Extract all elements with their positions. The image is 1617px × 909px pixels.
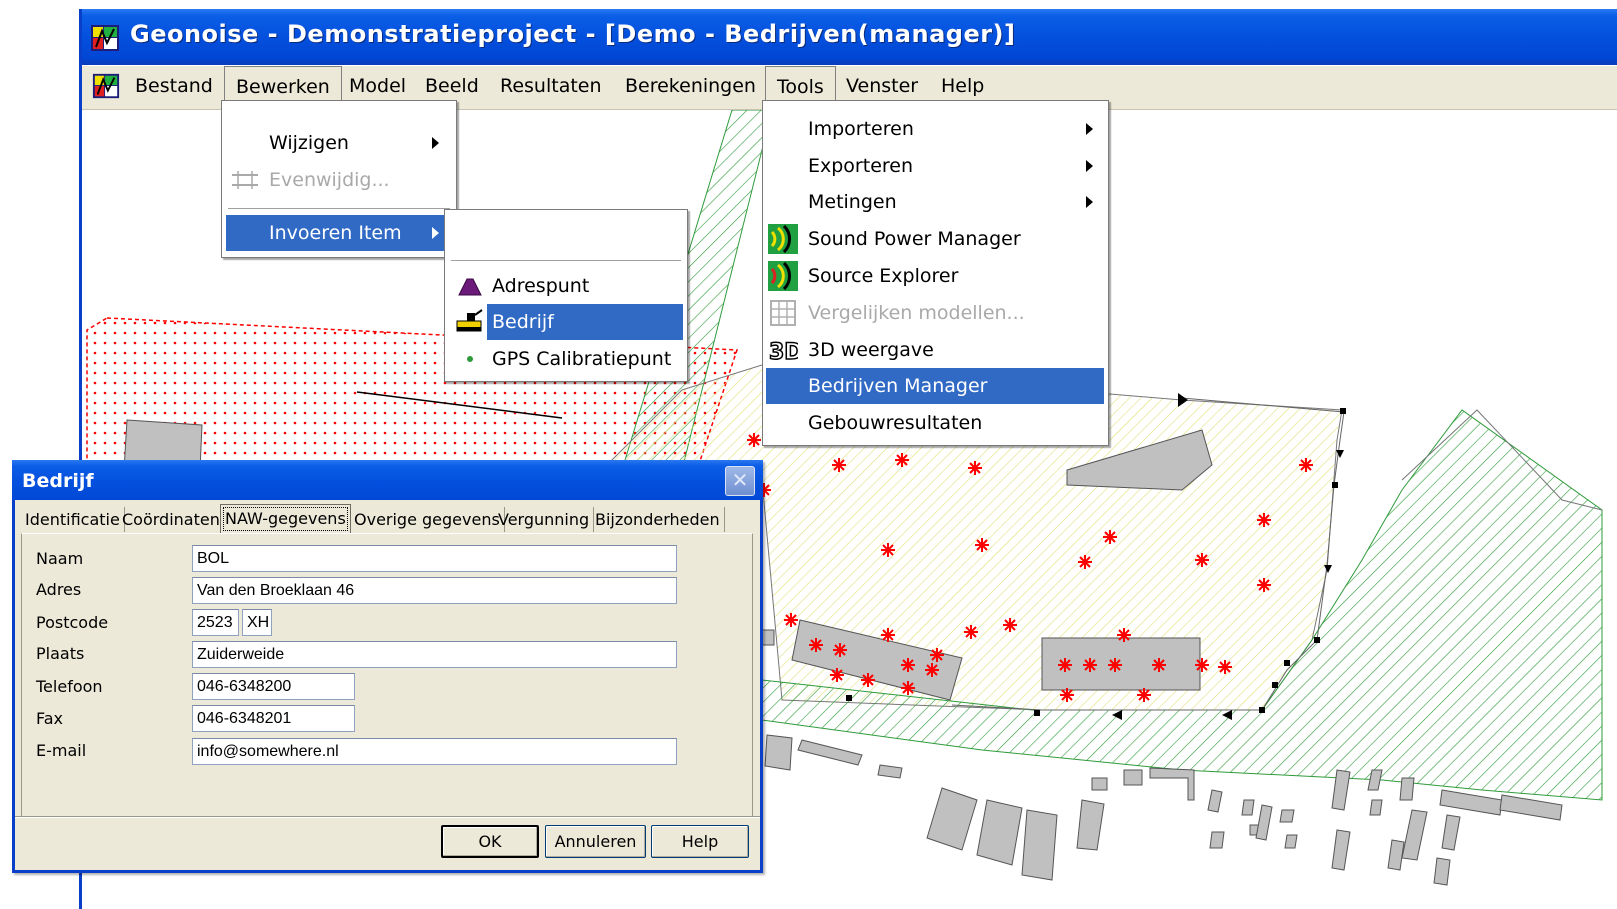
menu-bewerken-dropdown: Wijzigen Evenwijdig... Invoeren Item	[221, 100, 457, 258]
gps-point-icon	[467, 356, 473, 362]
menu-item-adrespunt[interactable]: Adrespunt	[449, 268, 683, 304]
submenu-arrow-icon	[1086, 160, 1093, 172]
menu-separator	[451, 260, 681, 262]
ok-button[interactable]: OK	[441, 825, 539, 858]
naw-panel: Naam BOL Adres Van den Broeklaan 46 Post…	[21, 533, 753, 817]
menu-item-gebouwresultaten[interactable]: Gebouwresultaten	[766, 405, 1104, 441]
menu-item-metingen[interactable]: Metingen	[766, 184, 1104, 220]
plaats-label: Plaats	[36, 644, 85, 663]
menu-item-label: Gebouwresultaten	[808, 412, 983, 434]
fax-field[interactable]: 046-6348201	[192, 705, 355, 732]
postcode-letters-field[interactable]: XH	[242, 609, 272, 636]
sound-power-icon	[768, 224, 798, 254]
menu-item-vergelijken-modellen[interactable]: Vergelijken modellen...	[766, 295, 1104, 331]
menu-item-label: Wijzigen	[269, 132, 349, 154]
menu-item-label: Invoeren Item	[269, 222, 402, 244]
menu-item-label: Bedrijven Manager	[808, 375, 988, 397]
fax-label: Fax	[36, 709, 64, 728]
menu-item-label: 3D weergave	[808, 339, 934, 361]
tab-vergunning[interactable]: Vergunning	[494, 507, 595, 532]
menu-item-source-explorer[interactable]: Source Explorer	[766, 258, 1104, 294]
postcode-number-field[interactable]: 2523	[192, 609, 239, 636]
3d-view-icon: 3D	[768, 339, 798, 365]
telefoon-label: Telefoon	[36, 677, 103, 696]
cancel-button[interactable]: Annuleren	[545, 825, 646, 858]
menu-item-evenwijdig[interactable]: Evenwijdig...	[226, 162, 452, 198]
menu-item-label: Source Explorer	[808, 265, 959, 287]
submenu-arrow-icon	[432, 137, 439, 149]
menu-item-bedrijf[interactable]: Bedrijf	[487, 304, 683, 340]
menu-item-wijzigen[interactable]: Wijzigen	[226, 125, 452, 161]
menu-item-exporteren[interactable]: Exporteren	[766, 148, 1104, 184]
dialog-title: Bedrijf	[22, 470, 94, 492]
menu-item-3d-weergave[interactable]: 3D 3D weergave	[766, 332, 1104, 368]
adres-label: Adres	[36, 580, 82, 599]
dialog-separator	[15, 816, 760, 818]
email-label: E-mail	[36, 741, 87, 760]
tab-naw-gegevens[interactable]: NAW-gegevens	[220, 504, 351, 534]
app-icon	[91, 25, 119, 51]
bedrijf-dialog: Bedrijf ✕ Identificatie Coördinaten NAW-…	[12, 460, 763, 873]
dialog-title-bar[interactable]: Bedrijf ✕	[12, 460, 763, 500]
submenu-arrow-icon	[1086, 196, 1093, 208]
menu-item-label: Adrespunt	[492, 275, 590, 297]
naam-field[interactable]: BOL	[192, 545, 677, 572]
window-title: Geonoise - Demonstratieproject - [Demo -…	[130, 20, 1016, 48]
menu-separator	[228, 208, 450, 210]
menu-item-label: Exporteren	[808, 155, 914, 177]
tab-coordinaten[interactable]: Coördinaten	[118, 507, 225, 532]
source-explorer-icon	[768, 261, 798, 291]
menu-item-label: Metingen	[808, 191, 897, 213]
close-icon[interactable]: ✕	[725, 466, 755, 496]
postcode-label: Postcode	[36, 613, 109, 632]
menu-item-invoeren-item[interactable]: Invoeren Item	[226, 215, 452, 251]
parallel-lines-icon	[232, 171, 258, 189]
title-bar[interactable]: Geonoise - Demonstratieproject - [Demo -…	[82, 9, 1617, 65]
svg-text:3D: 3D	[769, 340, 798, 365]
telefoon-field[interactable]: 046-6348200	[192, 673, 355, 700]
submenu-arrow-icon	[432, 227, 439, 239]
menu-bestand[interactable]: Bestand	[124, 66, 224, 107]
menu-item-gps-calibratiepunt[interactable]: GPS Calibratiepunt	[449, 341, 683, 377]
document-icon[interactable]	[92, 72, 120, 100]
menu-item-label: Sound Power Manager	[808, 228, 1021, 250]
company-icon	[456, 309, 483, 332]
menu-item-label: Evenwijdig...	[269, 169, 390, 191]
address-point-icon	[458, 278, 482, 296]
menu-item-label: Vergelijken modellen...	[808, 302, 1025, 324]
menu-invoeren-item-submenu: Adrespunt Bedrijf GPS Calibratiepunt	[444, 209, 688, 382]
menu-item-label: Importeren	[808, 118, 914, 140]
menu-item-label: GPS Calibratiepunt	[492, 348, 672, 370]
adres-field[interactable]: Van den Broeklaan 46	[192, 577, 677, 604]
menu-berekeningen[interactable]: Berekeningen	[614, 66, 767, 107]
menu-item-importeren[interactable]: Importeren	[766, 111, 1104, 147]
email-field[interactable]: info@somewhere.nl	[192, 738, 677, 765]
naam-label: Naam	[36, 549, 84, 568]
submenu-arrow-icon	[1086, 123, 1093, 135]
tab-identificatie[interactable]: Identificatie	[21, 507, 125, 532]
plaats-field[interactable]: Zuiderweide	[192, 641, 677, 668]
tab-bijzonderheden[interactable]: Bijzonderheden	[591, 507, 725, 532]
help-button[interactable]: Help	[651, 825, 749, 858]
menu-item-sound-power-manager[interactable]: Sound Power Manager	[766, 221, 1104, 257]
menu-tools-dropdown: Importeren Exporteren Metingen Sound Pow…	[762, 100, 1109, 446]
tab-overige-gegevens[interactable]: Overige gegevens	[350, 507, 505, 532]
compare-models-icon	[770, 300, 796, 326]
menu-item-label: Bedrijf	[492, 311, 554, 333]
menu-item-bedrijven-manager[interactable]: Bedrijven Manager	[766, 368, 1104, 404]
menu-resultaten[interactable]: Resultaten	[489, 66, 613, 107]
